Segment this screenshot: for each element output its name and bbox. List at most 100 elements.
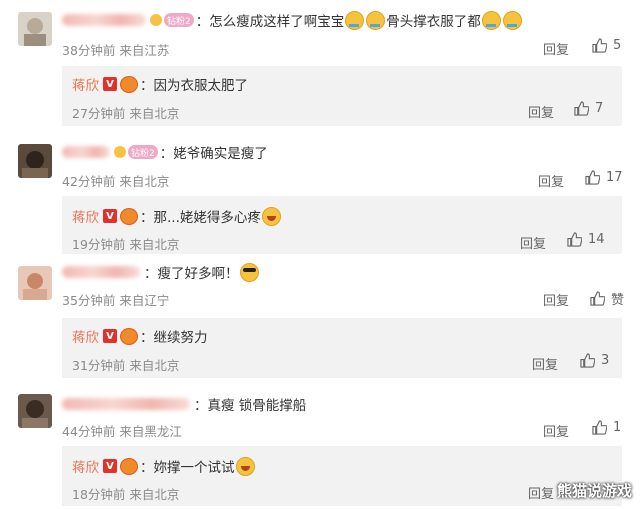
thumbs-up-icon <box>592 420 607 435</box>
reply-meta: 19分钟前 来自北京 <box>72 234 179 253</box>
reply-button[interactable]: 回复 <box>528 483 554 502</box>
comment-meta: 44分钟前 来自黑龙江 <box>62 421 182 440</box>
sunglasses-emoji-icon <box>239 262 259 282</box>
like-count: 14 <box>588 232 605 247</box>
reply-button[interactable]: 回复 <box>543 290 569 309</box>
reply-location: 来自北京 <box>129 237 180 252</box>
reply-time: 18分钟前 <box>72 487 126 502</box>
reply-meta: 27分钟前 来自北京 <box>72 103 179 122</box>
username-blurred[interactable] <box>62 146 110 158</box>
reply-text: ：妳撑一个试试 <box>140 460 235 476</box>
like-count: 5 <box>613 38 622 53</box>
comment-location: 来自北京 <box>119 174 170 189</box>
reply-location: 来自北京 <box>129 106 180 121</box>
avatar[interactable] <box>18 266 52 300</box>
reply-item: 蒋欣 V ：继续努力 31分钟前 来自北京 回复 3 <box>62 318 622 378</box>
reply-meta: 18分钟前 来自北京 <box>72 484 179 503</box>
reply-button[interactable]: 回复 <box>538 171 564 190</box>
comment-meta: 35分钟前 来自辽宁 <box>62 290 169 309</box>
avatar[interactable] <box>18 12 52 46</box>
v-icon: V <box>103 209 117 223</box>
like-count: 7 <box>595 101 604 116</box>
comment-item: ：瘦了好多啊！ 35分钟前 来自辽宁 回复 赞 蒋欣 V ：继续努力 31分钟前… <box>0 258 640 380</box>
reply-label: 回复 <box>520 237 547 252</box>
username-blurred[interactable] <box>62 266 140 278</box>
reply-label: 回复 <box>538 175 565 190</box>
reply-item: 蒋欣 V ：妳撑一个试试 18分钟前 来自北京 回复 <box>62 446 622 506</box>
reply-header: 蒋欣 V ：那...姥姥得多心疼 <box>72 206 282 226</box>
lion-icon <box>120 327 138 345</box>
like-count: 1 <box>613 420 622 435</box>
crying-emoji-icon <box>481 10 501 30</box>
v-icon: V <box>103 329 117 343</box>
reply-location: 来自北京 <box>129 358 180 373</box>
comment-location: 来自辽宁 <box>119 293 170 308</box>
reply-item: 蒋欣 V ：那...姥姥得多心疼 19分钟前 来自北京 回复 14 <box>62 196 622 254</box>
comment-time: 38分钟前 <box>62 43 116 58</box>
reply-header: 蒋欣 V ：继续努力 <box>72 326 208 346</box>
username-blurred[interactable] <box>62 14 146 26</box>
comment-time: 42分钟前 <box>62 174 116 189</box>
lion-icon <box>120 207 138 225</box>
thumbs-up-icon <box>574 101 589 116</box>
reply-text: ：继续努力 <box>140 330 208 346</box>
like-button[interactable]: 赞 <box>590 289 624 308</box>
watermark: 熊猫说游戏 <box>556 482 632 500</box>
reply-button[interactable]: 回复 <box>528 102 554 121</box>
like-button[interactable]: 14 <box>567 232 605 247</box>
like-count: 赞 <box>611 293 625 308</box>
comment-header: 钻粉2 ：姥爷确实是瘦了 <box>62 142 268 162</box>
v-icon: V <box>103 77 117 91</box>
like-count: 17 <box>606 170 623 185</box>
reply-button[interactable]: 回复 <box>520 233 546 252</box>
crown-icon <box>114 146 126 158</box>
comment-text: ：真瘦 锁骨能撑船 <box>194 398 307 414</box>
reply-author[interactable]: 蒋欣 <box>72 456 99 476</box>
comment-header: ：真瘦 锁骨能撑船 <box>62 394 306 414</box>
comment-text: ：瘦了好多啊！ <box>144 266 239 282</box>
like-button[interactable]: 3 <box>580 353 609 368</box>
like-count: 3 <box>601 353 610 368</box>
like-button[interactable]: 1 <box>592 420 621 435</box>
reply-meta: 31分钟前 来自北京 <box>72 355 179 374</box>
crying-emoji-icon <box>366 10 386 30</box>
comment-location: 来自江苏 <box>119 43 170 58</box>
avatar[interactable] <box>18 144 52 178</box>
crown-icon <box>150 14 162 26</box>
avatar[interactable] <box>18 394 52 428</box>
reply-location: 来自北京 <box>129 487 180 502</box>
lion-icon <box>120 75 138 93</box>
username-blurred[interactable] <box>62 398 190 410</box>
comment-time: 44分钟前 <box>62 424 116 439</box>
thumbs-up-icon <box>585 170 600 185</box>
reply-label: 回复 <box>528 106 555 121</box>
like-button[interactable]: 17 <box>585 170 623 185</box>
like-button[interactable]: 5 <box>592 38 621 53</box>
like-button[interactable]: 7 <box>574 101 603 116</box>
reply-label: 回复 <box>543 294 570 309</box>
laugh-emoji-icon <box>235 456 255 476</box>
reply-author[interactable]: 蒋欣 <box>72 74 99 94</box>
comment-text-tail: 骨头撑衣服了都 <box>386 14 481 30</box>
thumbs-up-icon <box>580 353 595 368</box>
crying-emoji-icon <box>502 10 522 30</box>
comment-header: ：瘦了好多啊！ <box>62 262 260 282</box>
reply-button[interactable]: 回复 <box>532 354 558 373</box>
reply-button[interactable]: 回复 <box>543 421 569 440</box>
reply-time: 27分钟前 <box>72 106 126 121</box>
reply-author[interactable]: 蒋欣 <box>72 326 99 346</box>
comment-text: ：姥爷确实是瘦了 <box>159 146 268 162</box>
comment-item: ：真瘦 锁骨能撑船 44分钟前 来自黑龙江 回复 1 蒋欣 V ：妳撑一个试试 … <box>0 380 640 509</box>
laugh-emoji-icon <box>261 206 281 226</box>
fan-badge: 钻粉2 <box>128 145 158 159</box>
comment-location: 来自黑龙江 <box>119 424 182 439</box>
comment-meta: 38分钟前 来自江苏 <box>62 40 169 59</box>
comment-meta: 42分钟前 来自北京 <box>62 171 169 190</box>
reply-label: 回复 <box>543 43 570 58</box>
crying-emoji-icon <box>345 10 365 30</box>
reply-author[interactable]: 蒋欣 <box>72 206 99 226</box>
thumbs-up-icon <box>590 291 605 306</box>
reply-time: 19分钟前 <box>72 237 126 252</box>
thumbs-up-icon <box>592 38 607 53</box>
reply-button[interactable]: 回复 <box>543 39 569 58</box>
